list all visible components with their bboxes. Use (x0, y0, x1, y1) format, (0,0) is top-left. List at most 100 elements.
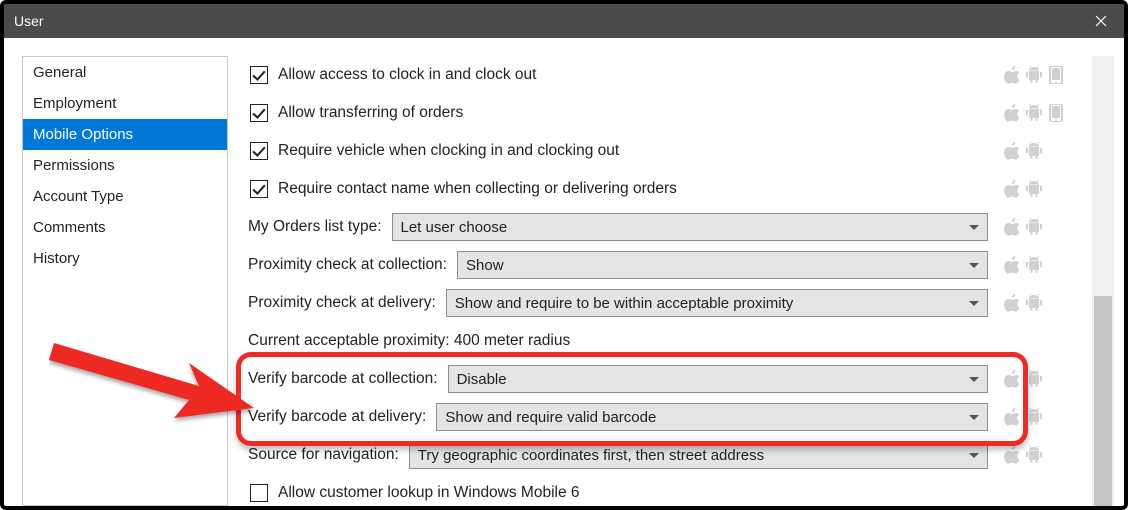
option-allow-lookup: Allow customer lookup in Windows Mobile … (248, 474, 1086, 506)
mobile-options-panel: Allow access to clock in and clock out A… (248, 56, 1086, 506)
checkbox-require-contact[interactable] (250, 180, 268, 198)
option-label: Proximity check at delivery: (248, 294, 436, 312)
select-value: Show and require to be within acceptable… (455, 295, 794, 312)
chevron-down-icon (969, 377, 979, 382)
chevron-down-icon (969, 301, 979, 306)
window-title: User (14, 13, 44, 29)
checkbox-allow-transfer[interactable] (250, 104, 268, 122)
option-label: Allow access to clock in and clock out (278, 66, 536, 84)
sidebar-item-label: History (33, 250, 80, 267)
scrollbar[interactable] (1092, 56, 1114, 506)
option-orders-list-type: My Orders list type: Let user choose (248, 208, 1086, 246)
apple-icon (1004, 180, 1020, 198)
sidebar-item-comments[interactable]: Comments (23, 212, 227, 243)
option-nav-source: Source for navigation: Try geographic co… (248, 436, 1086, 474)
sidebar-item-employment[interactable]: Employment (23, 88, 227, 119)
apple-icon (1004, 142, 1020, 160)
option-label: Source for navigation: (248, 446, 399, 464)
platform-icons (1004, 180, 1086, 198)
platform-icons (1004, 256, 1086, 274)
option-label: Proximity check at collection: (248, 256, 447, 274)
select-prox-collection[interactable]: Show (457, 251, 988, 279)
option-prox-collection: Proximity check at collection: Show (248, 246, 1086, 284)
sidebar-item-general[interactable]: General (23, 57, 227, 88)
chevron-down-icon (969, 225, 979, 230)
select-orders-list-type[interactable]: Let user choose (392, 213, 989, 241)
android-icon (1026, 66, 1042, 84)
sidebar-item-label: Comments (33, 219, 106, 236)
platform-icons (1004, 446, 1086, 464)
android-icon (1026, 256, 1042, 274)
sidebar-item-label: Account Type (33, 188, 124, 205)
option-acceptable-proximity: Current acceptable proximity: 400 meter … (248, 322, 1086, 360)
option-label: My Orders list type: (248, 218, 382, 236)
select-barcode-delivery[interactable]: Show and require valid barcode (436, 403, 988, 431)
sidebar: General Employment Mobile Options Permis… (22, 56, 228, 506)
platform-icons (1004, 104, 1086, 122)
option-allow-transfer: Allow transferring of orders (248, 94, 1086, 132)
close-icon (1095, 15, 1107, 27)
platform-icons (1004, 218, 1086, 236)
android-icon (1026, 180, 1042, 198)
option-label: Require contact name when collecting or … (278, 180, 677, 198)
checkbox-allow-clock[interactable] (250, 66, 268, 84)
option-label: Current acceptable proximity: 400 meter … (248, 332, 570, 350)
apple-icon (1004, 256, 1020, 274)
sidebar-item-label: Permissions (33, 157, 115, 174)
select-barcode-collection[interactable]: Disable (448, 365, 988, 393)
select-prox-delivery[interactable]: Show and require to be within acceptable… (446, 289, 988, 317)
option-label: Allow transferring of orders (278, 104, 463, 122)
sidebar-item-label: Mobile Options (33, 126, 133, 143)
phone-icon (1048, 104, 1064, 122)
select-value: Let user choose (401, 219, 508, 236)
sidebar-item-label: Employment (33, 95, 116, 112)
option-barcode-delivery: Verify barcode at delivery: Show and req… (248, 398, 1086, 436)
android-icon (1026, 294, 1042, 312)
select-value: Try geographic coordinates first, then s… (418, 447, 764, 464)
platform-icons (1004, 142, 1086, 160)
option-require-vehicle: Require vehicle when clocking in and clo… (248, 132, 1086, 170)
option-label: Require vehicle when clocking in and clo… (278, 142, 619, 160)
select-nav-source[interactable]: Try geographic coordinates first, then s… (409, 441, 988, 469)
apple-icon (1004, 408, 1020, 426)
close-button[interactable] (1078, 4, 1124, 38)
select-value: Show (466, 257, 504, 274)
apple-icon (1004, 218, 1020, 236)
platform-icons (1004, 408, 1086, 426)
option-label: Verify barcode at collection: (248, 370, 438, 388)
platform-icons (1004, 370, 1086, 388)
chevron-down-icon (969, 453, 979, 458)
android-icon (1026, 408, 1042, 426)
checkbox-require-vehicle[interactable] (250, 142, 268, 160)
option-label: Verify barcode at delivery: (248, 408, 426, 426)
phone-icon (1048, 66, 1064, 84)
sidebar-item-account-type[interactable]: Account Type (23, 181, 227, 212)
apple-icon (1004, 446, 1020, 464)
option-allow-clock: Allow access to clock in and clock out (248, 56, 1086, 94)
chevron-down-icon (969, 263, 979, 268)
scrollbar-thumb[interactable] (1094, 296, 1112, 506)
select-value: Disable (457, 371, 507, 388)
apple-icon (1004, 370, 1020, 388)
option-label: Allow customer lookup in Windows Mobile … (278, 484, 580, 502)
android-icon (1026, 446, 1042, 464)
sidebar-item-mobile-options[interactable]: Mobile Options (23, 119, 227, 150)
android-icon (1026, 370, 1042, 388)
platform-icons (1004, 66, 1086, 84)
android-icon (1026, 218, 1042, 236)
titlebar: User (4, 4, 1124, 38)
option-require-contact: Require contact name when collecting or … (248, 170, 1086, 208)
chevron-down-icon (969, 415, 979, 420)
user-dialog: User General Employment Mobile Options P… (0, 0, 1128, 510)
platform-icons (1004, 294, 1086, 312)
checkbox-allow-lookup[interactable] (250, 484, 268, 502)
sidebar-item-history[interactable]: History (23, 243, 227, 274)
android-icon (1026, 142, 1042, 160)
apple-icon (1004, 104, 1020, 122)
android-icon (1026, 104, 1042, 122)
apple-icon (1004, 66, 1020, 84)
sidebar-item-label: General (33, 64, 86, 81)
option-barcode-collection: Verify barcode at collection: Disable (248, 360, 1086, 398)
option-prox-delivery: Proximity check at delivery: Show and re… (248, 284, 1086, 322)
sidebar-item-permissions[interactable]: Permissions (23, 150, 227, 181)
